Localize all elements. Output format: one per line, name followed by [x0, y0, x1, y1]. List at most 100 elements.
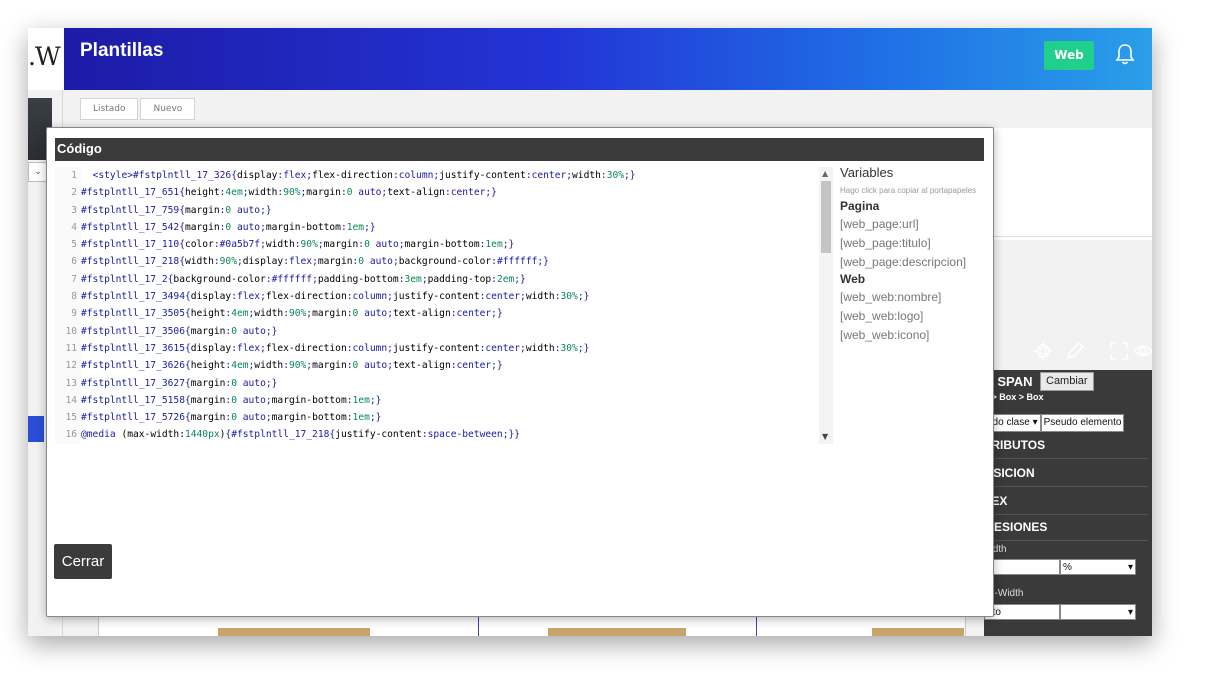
code-line: 6 #fstplntll_17_218{width:90%;display:fle… [55, 253, 835, 271]
web-label: Web [840, 272, 866, 286]
code-line: 10 #fstplntll_17_3506{margin:0 auto;} [55, 322, 835, 340]
scroll-up-icon[interactable]: ▲ [822, 169, 828, 178]
chevron-down-icon: ▾ [1032, 417, 1038, 428]
code-line: 13 #fstplntll_17_3627{margin:0 auto;} [55, 374, 835, 392]
pseudo-elemento-select[interactable]: Pseudo elemento [1040, 414, 1125, 432]
modal-header: Código [55, 138, 984, 161]
modal-title: Código [57, 141, 102, 156]
code-line: 11 #fstplntll_17_3615{display:flex;flex-d… [55, 339, 835, 358]
width-unit-value: % [1063, 562, 1072, 573]
column-guide [756, 616, 757, 636]
variables-title: Variables [840, 165, 894, 180]
line-number: 15 [55, 409, 81, 427]
variable-item[interactable]: [web_web:icono] [840, 327, 990, 343]
code-line: 3 #fstplntll_17_759{margin:0 auto;} [55, 201, 835, 219]
code-text: #fstplntll_17_2{background-color:#ffffff… [81, 273, 526, 285]
preview-block [218, 628, 370, 636]
line-number: 4 [55, 218, 81, 237]
page-title: Plantillas [80, 40, 164, 61]
width-input[interactable]: 0 [984, 559, 1060, 575]
code-text: #fstplntll_17_759{margin:0 auto;} [81, 204, 272, 216]
pagina-label: Pagina [840, 199, 880, 213]
code-line: 1 <style>#fstplntll_17_326{display:flex;… [55, 167, 835, 185]
section-dimensiones[interactable]: MESIONES [984, 514, 1148, 541]
pseudo-selects: udo clase ▾ Pseudo elemento [984, 414, 1125, 432]
column-guide [478, 616, 479, 636]
line-number: 12 [55, 357, 81, 375]
code-line: 4 #fstplntll_17_542{margin:0 auto;margin-… [55, 218, 835, 237]
code-text: #fstplntll_17_3627{margin:0 auto;} [81, 377, 278, 389]
section-flex[interactable]: LEX [984, 488, 1148, 515]
scroll-thumb[interactable] [821, 181, 831, 253]
expand-icon[interactable] [1108, 340, 1130, 362]
max-width-unit-select[interactable]: ▾ [1060, 604, 1136, 620]
width-unit-select[interactable]: % ▾ [1060, 559, 1136, 575]
bell-icon[interactable] [1114, 42, 1136, 66]
code-line: 5 #fstplntll_17_110{color:#0a5b7f;width:9… [55, 236, 835, 254]
line-number: 13 [55, 374, 81, 392]
code-editor[interactable]: 1 <style>#fstplntll_17_326{display:flex;… [55, 167, 835, 446]
web-button[interactable]: Web [1044, 41, 1094, 70]
pencil-icon[interactable] [1064, 340, 1086, 362]
eye-icon[interactable] [1132, 340, 1152, 362]
sidebar-select[interactable]: ⌄ [28, 162, 48, 182]
code-text: #fstplntll_17_3626{height:4em;width:90%;… [81, 360, 503, 372]
style-inspector: g: SPAN Cambiar x > Box > Box udo clase … [984, 370, 1152, 636]
code-scrollbar[interactable]: ▲ ▼ [819, 167, 833, 444]
chevron-down-icon: ▾ [1127, 607, 1133, 618]
width-row: 0 %▾ [984, 559, 1136, 575]
chevron-down-icon: ▾ [1127, 562, 1133, 573]
variable-item[interactable]: [web_page:descripcion] [840, 254, 990, 270]
tag-name: SPAN [997, 374, 1033, 389]
code-text: #fstplntll_17_110{color:#0a5b7f;width:90… [81, 239, 515, 251]
line-number: 14 [55, 391, 81, 410]
gear-icon[interactable] [1032, 340, 1054, 362]
toolbar: Listado Nuevo [80, 98, 197, 120]
code-text: #fstplntll_17_542{margin:0 auto;margin-b… [81, 221, 376, 233]
logo-area: .W [28, 28, 64, 90]
top-header: Plantillas Web [64, 28, 1152, 90]
code-text: @media (max-width:1440px){#fstplntll_17_… [81, 429, 521, 441]
editor-icon-bar [994, 332, 1152, 372]
cambiar-button[interactable]: Cambiar [1040, 372, 1094, 391]
line-number: 1 [55, 167, 81, 185]
line-number: 7 [55, 270, 81, 289]
variables-panel: Variables Hago click para copiar al port… [840, 165, 990, 343]
scroll-down-icon[interactable]: ▼ [822, 432, 828, 441]
line-number: 11 [55, 339, 81, 358]
code-line: 2 #fstplntll_17_651{height:4em;width:90%;… [55, 184, 835, 202]
code-line: 9 #fstplntll_17_3505{height:4em;width:90%… [55, 305, 835, 323]
right-preview-panel [984, 128, 1152, 240]
listado-button[interactable]: Listado [80, 98, 139, 120]
section-atributos[interactable]: TRIBUTOS [984, 432, 1148, 459]
right-divider [984, 236, 1152, 237]
code-text: #fstplntll_17_5726{margin:0 auto;margin-… [81, 412, 382, 424]
line-number: 9 [55, 305, 81, 323]
code-line: 12 #fstplntll_17_3626{height:4em;width:90… [55, 357, 835, 375]
line-number: 10 [55, 322, 81, 340]
code-line: 15 #fstplntll_17_5726{margin:0 auto;margi… [55, 409, 835, 427]
variable-item[interactable]: [web_web:logo] [840, 308, 990, 324]
variable-item[interactable]: [web_web:nombre] [840, 289, 990, 305]
line-number: 5 [55, 236, 81, 254]
code-text: #fstplntll_17_651{height:4em;width:90%;m… [81, 187, 497, 199]
variables-hint: Hago click para copiar al portapapeles [840, 186, 977, 195]
code-line: 16 @media (max-width:1440px){#fstplntll_1… [55, 426, 835, 444]
max-width-input[interactable]: uto [984, 604, 1060, 620]
line-number: 16 [55, 426, 81, 444]
variable-item[interactable]: [web_page:url] [840, 216, 990, 232]
section-posicion[interactable]: OSICION [984, 460, 1148, 487]
code-line: 14 #fstplntll_17_5158{margin:0 auto;margi… [55, 391, 835, 410]
code-text: #fstplntll_17_218{width:90%;display:flex… [81, 256, 549, 268]
line-number: 3 [55, 201, 81, 219]
logo: .W [28, 42, 61, 71]
cerrar-button[interactable]: Cerrar [54, 544, 112, 579]
sidebar-active-item[interactable] [28, 416, 44, 442]
variable-item[interactable]: [web_page:titulo] [840, 235, 990, 251]
line-number: 8 [55, 288, 81, 306]
max-width-row: uto ▾ [984, 604, 1136, 620]
code-text: #fstplntll_17_3494{display:flex;flex-dir… [81, 291, 590, 303]
line-number: 6 [55, 253, 81, 271]
code-text: #fstplntll_17_3615{display:flex;flex-dir… [81, 342, 590, 354]
nuevo-button[interactable]: Nuevo [140, 98, 196, 120]
